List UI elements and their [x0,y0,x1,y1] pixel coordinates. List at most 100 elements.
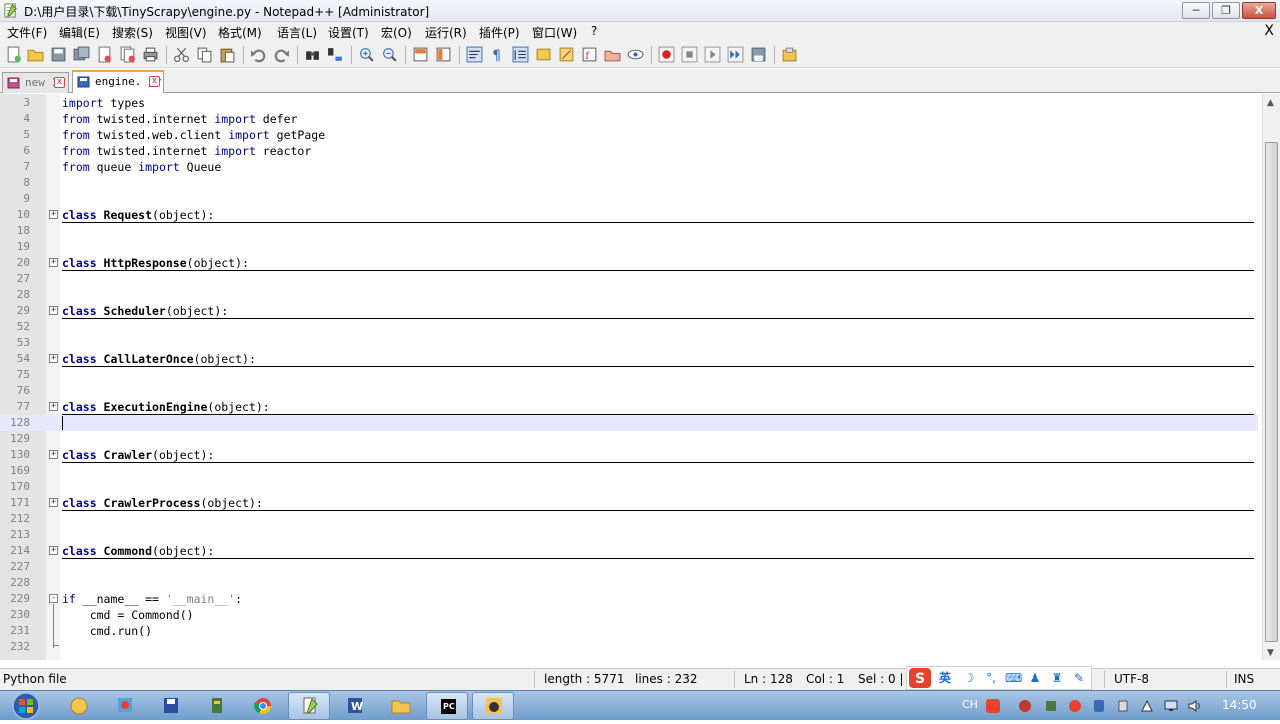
close-window-button[interactable]: X [1242,2,1276,19]
code-line[interactable]: 75 [0,367,1258,383]
taskbar-word[interactable]: W [334,692,376,720]
fold-expand-icon[interactable]: + [49,450,58,459]
menu-macro[interactable]: 宏(O) [381,24,412,41]
stop-macro-icon[interactable] [681,46,698,63]
new-file-icon[interactable] [5,46,22,63]
close-all-icon[interactable] [119,46,136,63]
monitoring-icon[interactable] [627,46,644,63]
status-encoding[interactable]: UTF-8 [1114,672,1149,686]
fold-expand-icon[interactable]: + [49,210,58,219]
vertical-scrollbar[interactable]: ▲ ▼ [1262,94,1280,660]
close-file-icon[interactable] [96,46,113,63]
taskbar-chrome[interactable] [242,692,284,720]
taskbar-app-3[interactable] [150,692,192,720]
close-document-button[interactable]: X [1264,23,1274,39]
code-line[interactable]: 27 [0,271,1258,287]
undo-icon[interactable] [250,46,267,63]
sync-vertical-icon[interactable] [412,46,429,63]
menu-view[interactable]: 视图(V) [165,24,207,41]
find-icon[interactable] [304,46,321,63]
wrench-icon[interactable]: ✎ [1071,670,1087,686]
tray-app-icon[interactable] [1044,699,1058,713]
moon-icon[interactable]: ☽ [961,670,977,686]
start-button-icon[interactable] [6,691,46,721]
close-tab-icon[interactable]: x [149,76,160,87]
ime-language-label[interactable]: 英 [937,670,953,686]
redo-icon[interactable] [273,46,290,63]
cut-icon[interactable] [173,46,190,63]
plugin-icon[interactable] [781,46,798,63]
menu-format[interactable]: 格式(M) [218,24,262,41]
code-line[interactable]: 231 cmd.run() [0,623,1258,639]
paste-icon[interactable] [219,46,236,63]
action-center-tray-icon[interactable] [1140,699,1154,713]
zoom-in-icon[interactable] [358,46,375,63]
menu-file[interactable]: 文件(F) [7,24,47,41]
taskbar-app-2[interactable] [104,692,146,720]
menu-run[interactable]: 运行(R) [425,24,467,41]
code-line[interactable]: 9 [0,191,1258,207]
fold-collapse-icon[interactable]: - [49,594,58,603]
fold-expand-icon[interactable]: + [49,354,58,363]
save-all-icon[interactable] [73,46,90,63]
fold-expand-icon[interactable]: + [49,258,58,267]
code-line[interactable]: 8 [0,175,1258,191]
run-macro-multiple-icon[interactable] [727,46,744,63]
play-macro-icon[interactable] [704,46,721,63]
menu-plugins[interactable]: 插件(P) [479,24,520,41]
code-line[interactable]: 10 + class Request(object): [0,207,1258,223]
folder-as-workspace-icon[interactable] [604,46,621,63]
volume-tray-icon[interactable] [1188,699,1202,713]
code-line[interactable]: 5 from twisted.web.client import getPage [0,127,1258,143]
maximize-button[interactable]: ❐ [1212,2,1240,19]
fold-expand-icon[interactable]: + [49,498,58,507]
sogou-tray-icon[interactable] [986,699,1000,713]
status-insert-mode[interactable]: INS [1234,672,1254,686]
code-line[interactable]: 54 + class CallLaterOnce(object): [0,351,1258,367]
code-line[interactable]: 130 + class Crawler(object): [0,447,1258,463]
code-line[interactable]: 4 from twisted.internet import defer [0,111,1258,127]
sync-horizontal-icon[interactable] [435,46,452,63]
minimize-button[interactable]: ─ [1182,2,1210,19]
code-line[interactable]: 7 from queue import Queue [0,159,1258,175]
zoom-out-icon[interactable] [381,46,398,63]
menu-help[interactable]: ? [591,24,597,38]
code-line[interactable]: 52 [0,319,1258,335]
code-line[interactable]: 28 [0,287,1258,303]
word-wrap-icon[interactable] [466,46,483,63]
code-line[interactable]: 170 [0,479,1258,495]
bluetooth-tray-icon[interactable] [1092,699,1106,713]
code-line[interactable]: 227 [0,559,1258,575]
code-line[interactable]: 6 from twisted.internet import reactor [0,143,1258,159]
code-line[interactable]: 228 [0,575,1258,591]
antivirus-tray-icon[interactable] [1018,699,1032,713]
save-macro-icon[interactable] [750,46,767,63]
close-tab-icon[interactable]: x [54,77,65,88]
code-line[interactable]: 18 [0,223,1258,239]
taskbar-app-1[interactable] [58,692,100,720]
input-language-indicator[interactable]: CH [962,698,978,711]
record-macro-icon[interactable] [658,46,675,63]
menu-edit[interactable]: 编辑(E) [59,24,100,41]
function-list-icon[interactable]: f [581,46,598,63]
fold-expand-icon[interactable]: + [49,402,58,411]
code-line[interactable]: 229 - if __name__ == '__main__': [0,591,1258,607]
code-line[interactable]: 214 + class Commond(object): [0,543,1258,559]
menu-search[interactable]: 搜索(S) [112,24,153,41]
taskbar-app-cat[interactable] [472,692,514,720]
indent-guide-icon[interactable] [512,46,529,63]
user-defined-language-icon[interactable] [535,46,552,63]
show-all-characters-icon[interactable]: ¶ [489,46,506,63]
menu-window[interactable]: 窗口(W) [532,24,577,41]
taskbar-explorer[interactable] [380,692,422,720]
keyboard-icon[interactable]: ⌨ [1005,670,1022,686]
user-icon[interactable]: ♟ [1027,670,1043,686]
save-icon[interactable] [50,46,67,63]
code-line[interactable]: 212 [0,511,1258,527]
code-line[interactable]: 29 + class Scheduler(object): [0,303,1258,319]
scrollbar-thumb[interactable] [1265,142,1278,642]
tab-new-1[interactable]: new 1 x [2,72,69,93]
print-icon[interactable] [142,46,159,63]
tab-engine-py[interactable]: engine. py x [72,70,164,93]
usb-tray-icon[interactable] [1116,699,1130,713]
